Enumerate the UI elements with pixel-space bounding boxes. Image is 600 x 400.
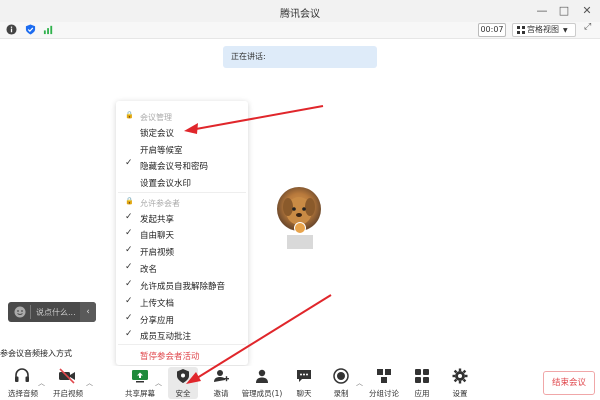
apps-icon[interactable]: [414, 368, 430, 384]
menu-item-hide-id[interactable]: 隐藏会议号和密码: [140, 160, 208, 172]
menu-item-rename[interactable]: 改名: [140, 263, 157, 275]
status-bar: [0, 22, 600, 39]
chat-icon[interactable]: [296, 368, 312, 384]
signal-icon[interactable]: [43, 24, 54, 35]
check-icon: ✓: [125, 245, 133, 255]
invite-label[interactable]: 邀请: [206, 388, 236, 399]
screen-share-icon[interactable]: [131, 368, 149, 384]
view-label: 宫格视图: [527, 25, 559, 34]
settings-label[interactable]: 设置: [445, 388, 475, 399]
shield-icon[interactable]: [175, 368, 191, 384]
apps-label[interactable]: 应用: [407, 388, 437, 399]
menu-item-share-app[interactable]: 分享应用: [140, 314, 174, 326]
security-menu: [116, 101, 248, 365]
audio-chevron-up-icon[interactable]: ︿: [38, 378, 45, 388]
menu-item-chat[interactable]: 自由聊天: [140, 229, 174, 241]
check-icon: ✓: [125, 228, 133, 238]
audio-label[interactable]: 选择音频: [6, 388, 40, 399]
check-icon: ✓: [125, 158, 133, 168]
chat-label[interactable]: 聊天: [289, 388, 319, 399]
menu-divider: [118, 192, 246, 193]
chat-divider: [30, 305, 31, 319]
menu-section-allow: 允许参会者: [140, 199, 180, 208]
menu-section-manage: 会议管理: [140, 113, 172, 122]
meeting-timer: 00:07: [478, 23, 506, 37]
video-label[interactable]: 开启视频: [52, 388, 84, 399]
menu-item-upload[interactable]: 上传文档: [140, 297, 174, 309]
participant-name-blurred: [287, 235, 313, 249]
menu-item-video[interactable]: 开启视频: [140, 246, 174, 258]
menu-divider: [118, 344, 246, 345]
record-chevron-up-icon[interactable]: ︿: [356, 378, 363, 388]
share-chevron-up-icon[interactable]: ︿: [155, 378, 162, 388]
security-label[interactable]: 安全: [168, 388, 198, 399]
check-icon: ✓: [125, 262, 133, 272]
check-icon: ✓: [125, 296, 133, 306]
chevron-down-icon: ▼: [563, 27, 568, 34]
video-chevron-up-icon[interactable]: ︿: [86, 378, 93, 388]
info-icon[interactable]: [6, 24, 17, 35]
members-icon[interactable]: [254, 368, 270, 384]
menu-item-lock-meeting[interactable]: 锁定会议: [140, 127, 174, 139]
headset-icon[interactable]: [14, 368, 30, 384]
share-label[interactable]: 共享屏幕: [124, 388, 156, 399]
speaking-indicator: 正在讲话:: [223, 46, 377, 68]
breakout-icon[interactable]: [376, 368, 392, 384]
check-icon: ✓: [125, 212, 133, 222]
record-icon[interactable]: [333, 368, 349, 384]
menu-item-unmute[interactable]: 允许成员自我解除静音: [140, 280, 225, 292]
fullscreen-icon[interactable]: ⤢: [584, 22, 591, 32]
menu-item-watermark[interactable]: 设置会议水印: [140, 177, 191, 189]
members-label[interactable]: 管理成员(1): [240, 388, 284, 399]
lock-icon: 🔒: [125, 111, 134, 119]
check-icon: ✓: [125, 279, 133, 289]
gear-icon[interactable]: [452, 368, 468, 384]
invite-icon[interactable]: [213, 368, 229, 384]
check-icon: ✓: [125, 313, 133, 323]
video-off-icon[interactable]: [58, 368, 76, 384]
minimize-button[interactable]: —: [535, 4, 549, 18]
participant-badge: [294, 222, 306, 234]
check-icon: ✓: [125, 329, 133, 339]
menu-item-interact[interactable]: 成员互动批注: [140, 330, 191, 342]
emoji-icon[interactable]: [14, 306, 26, 318]
chat-placeholder: 说点什么...: [36, 308, 76, 317]
lock-icon: 🔒: [125, 197, 134, 205]
breakout-label[interactable]: 分组讨论: [366, 388, 402, 399]
chevron-left-icon[interactable]: ‹: [80, 302, 96, 322]
menu-item-waiting-room[interactable]: 开启等候室: [140, 144, 183, 156]
grid-view-icon: [517, 26, 525, 34]
maximize-button[interactable]: □: [557, 4, 571, 18]
shield-secure-icon[interactable]: [25, 24, 36, 35]
close-button[interactable]: ✕: [580, 4, 594, 18]
audio-method-tip: 参会议音频接入方式: [0, 349, 72, 358]
record-label[interactable]: 录制: [326, 388, 356, 399]
end-meeting-button[interactable]: 结束会议: [543, 371, 595, 395]
window-title: 腾讯会议: [280, 9, 320, 20]
menu-item-share[interactable]: 发起共享: [140, 213, 174, 225]
menu-item-pause-activity[interactable]: 暂停参会者活动: [140, 350, 200, 362]
view-selector[interactable]: 宫格视图 ▼: [512, 23, 576, 37]
